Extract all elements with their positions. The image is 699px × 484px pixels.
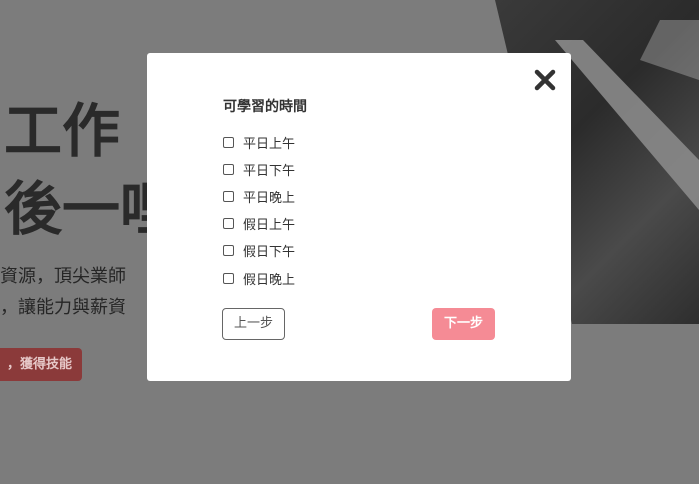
close-icon bbox=[534, 69, 556, 91]
option-weekend-morning[interactable]: 假日上午 bbox=[223, 214, 296, 233]
option-weekday-morning[interactable]: 平日上午 bbox=[223, 133, 296, 152]
next-step-button[interactable]: 下一步 bbox=[432, 308, 495, 340]
checkbox[interactable] bbox=[223, 272, 234, 284]
checkbox[interactable] bbox=[223, 190, 234, 202]
option-label: 平日上午 bbox=[243, 136, 296, 152]
hero-title-line1: 工作 bbox=[4, 97, 121, 165]
modal-title: 可學習的時間 bbox=[223, 99, 307, 115]
close-button[interactable] bbox=[531, 66, 559, 94]
option-weekday-evening[interactable]: 平日晚上 bbox=[223, 187, 296, 206]
checkbox[interactable] bbox=[223, 244, 234, 256]
option-label: 平日晚上 bbox=[243, 190, 296, 206]
option-weekend-afternoon[interactable]: 假日下午 bbox=[223, 241, 296, 260]
option-label: 假日下午 bbox=[243, 244, 296, 260]
checkbox[interactable] bbox=[223, 136, 234, 148]
hero-description-line1: 資源，頂尖業師 bbox=[0, 266, 126, 287]
previous-step-button[interactable]: 上一步 bbox=[222, 308, 285, 340]
option-weekday-afternoon[interactable]: 平日下午 bbox=[223, 160, 296, 179]
hero-cta-button: ，獲得技能 bbox=[0, 348, 82, 381]
option-label: 假日上午 bbox=[243, 217, 296, 233]
option-weekend-evening[interactable]: 假日晚上 bbox=[223, 269, 296, 288]
hero-description-line2: ，讓能力與薪資 bbox=[0, 297, 126, 318]
checkbox[interactable] bbox=[223, 217, 234, 229]
option-label: 假日晚上 bbox=[243, 272, 296, 288]
checkbox[interactable] bbox=[223, 163, 234, 175]
schedule-modal bbox=[147, 53, 571, 381]
option-label: 平日下午 bbox=[243, 163, 296, 179]
